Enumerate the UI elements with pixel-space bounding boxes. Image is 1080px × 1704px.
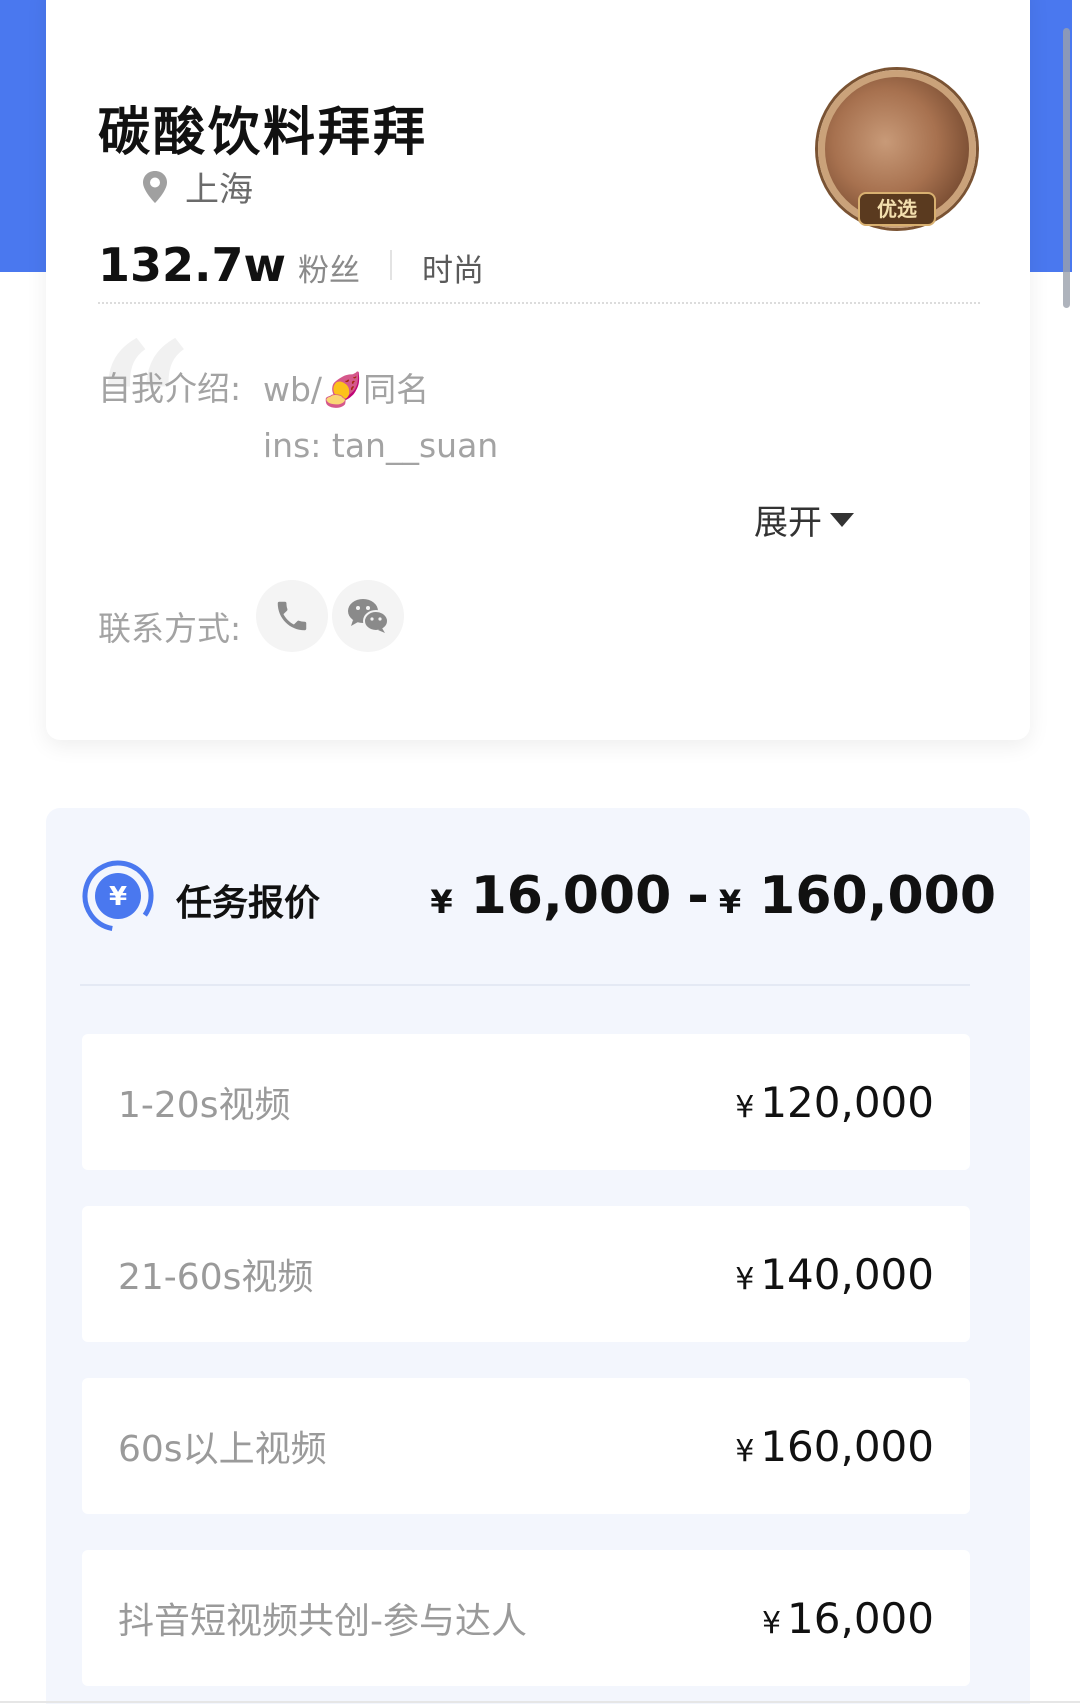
- intro-line-1-prefix: wb/: [263, 370, 323, 409]
- price-range-yen-2: ¥: [718, 883, 742, 921]
- price-item-value: ¥ 140,000: [735, 1250, 934, 1299]
- price-item-amount: 160,000: [760, 1421, 934, 1471]
- svg-text:¥: ¥: [109, 882, 127, 912]
- price-item-amount: 16,000: [787, 1593, 934, 1643]
- location-pin-icon: [143, 170, 167, 203]
- location-text: 上海: [185, 170, 253, 210]
- price-item-value: ¥ 160,000: [735, 1422, 934, 1471]
- phone-button[interactable]: [256, 580, 328, 652]
- expand-button[interactable]: 展开: [754, 495, 854, 544]
- price-item-amount: 140,000: [760, 1249, 934, 1299]
- price-range-max: 160,000: [759, 866, 996, 926]
- intro-line-1-suffix: 同名: [363, 370, 430, 409]
- price-item-yen: ¥: [735, 1261, 755, 1297]
- profile-name: 碳酸饮料拜拜: [98, 103, 429, 163]
- stats-divider: [390, 250, 392, 280]
- price-item-yen: ¥: [761, 1605, 782, 1641]
- yen-coin-icon: ¥: [82, 860, 154, 932]
- avatar-badge: 优选: [858, 192, 936, 226]
- price-item-label: 抖音短视频共创-参与达人: [118, 1601, 527, 1642]
- price-item-value: ¥ 16,000: [762, 1594, 934, 1643]
- location-row: 上海: [141, 162, 253, 211]
- contact-label: 联系方式:: [98, 609, 242, 648]
- bottom-edge: [0, 1701, 1080, 1703]
- expand-label: 展开: [754, 503, 822, 543]
- quote-divider: [80, 984, 970, 986]
- price-item-value: ¥ 120,000: [735, 1078, 934, 1127]
- fans-label: 粉丝: [298, 253, 360, 289]
- category-tag: 时尚: [422, 253, 484, 289]
- task-quote-title: 任务报价: [176, 883, 321, 924]
- intro-label: 自我介绍:: [98, 369, 242, 408]
- price-item[interactable]: 60s以上视频 ¥ 160,000: [82, 1378, 970, 1514]
- scrollbar[interactable]: [1063, 28, 1070, 308]
- header-background-left: [0, 0, 48, 272]
- price-item-label: 21-60s视频: [118, 1257, 314, 1298]
- expand-triangle-icon: [830, 512, 854, 527]
- price-item[interactable]: 抖音短视频共创-参与达人 ¥ 16,000: [82, 1550, 970, 1686]
- price-range-min: 16,000: [470, 866, 672, 926]
- stats-row: 132.7w 粉丝 时尚: [98, 238, 484, 292]
- intro-line-2: ins: tan__suan: [263, 426, 499, 465]
- price-item-label: 1-20s视频: [118, 1085, 291, 1126]
- profile-card: 碳酸饮料拜拜 上海 132.7w 粉丝 时尚 优选 “ 自我介绍: wb/🍠同名…: [46, 0, 1030, 740]
- divider: [98, 302, 980, 304]
- price-range: ¥ 16,000 - ¥ 160,000: [430, 866, 996, 926]
- intro-line-1: wb/🍠同名: [263, 362, 498, 418]
- sweet-potato-emoji: 🍠: [322, 370, 364, 409]
- price-item-amount: 120,000: [760, 1077, 934, 1127]
- phone-icon: [277, 601, 307, 631]
- price-item-yen: ¥: [735, 1089, 755, 1125]
- price-range-yen: ¥: [430, 883, 453, 921]
- kol-profile-page: 碳酸饮料拜拜 上海 132.7w 粉丝 时尚 优选 “ 自我介绍: wb/🍠同名…: [0, 0, 1080, 1704]
- task-quote-card: ¥ 任务报价 ¥ 16,000 - ¥ 160,000 1-20s视频 ¥ 12…: [46, 808, 1030, 1704]
- price-item-yen: ¥: [735, 1433, 755, 1469]
- price-item[interactable]: 21-60s视频 ¥ 140,000: [82, 1206, 970, 1342]
- intro-text: wb/🍠同名 ins: tan__suan: [263, 362, 498, 474]
- wechat-icon: [348, 599, 389, 633]
- avatar[interactable]: 优选: [818, 70, 976, 228]
- wechat-button[interactable]: [332, 580, 404, 652]
- price-item-label: 60s以上视频: [118, 1429, 327, 1470]
- fans-count: 132.7w: [98, 238, 286, 292]
- price-range-separator: -: [687, 866, 709, 926]
- price-item[interactable]: 1-20s视频 ¥ 120,000: [82, 1034, 970, 1170]
